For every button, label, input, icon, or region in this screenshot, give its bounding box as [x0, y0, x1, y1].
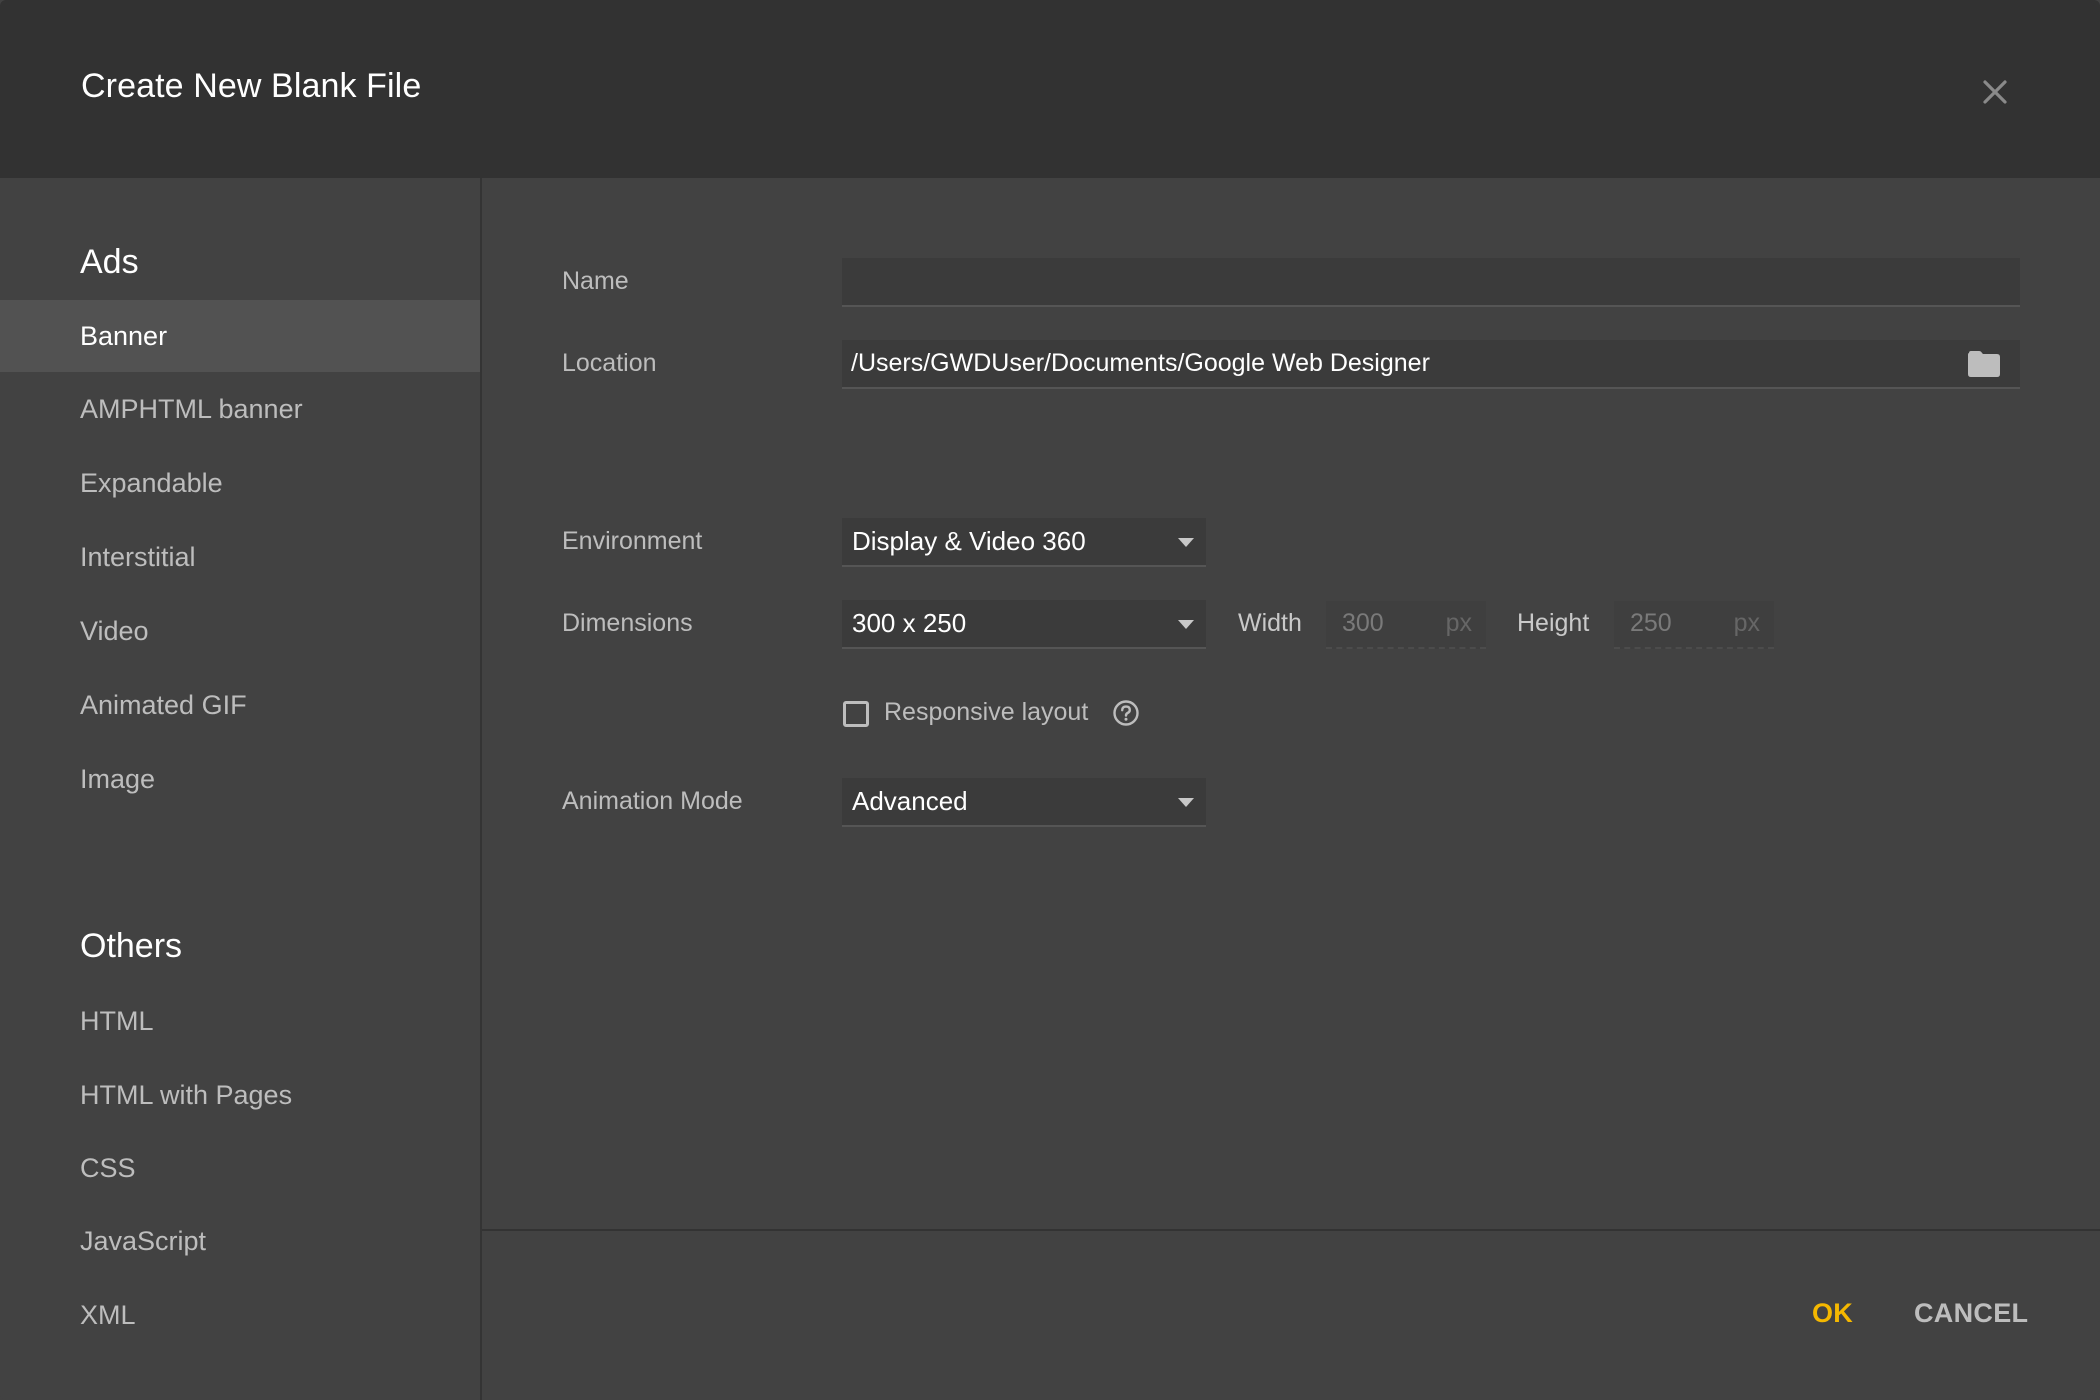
- create-new-file-dialog: Create New Blank File Ads Banner AMPHTML…: [0, 0, 2100, 1400]
- sidebar-item-label: AMPHTML banner: [80, 393, 303, 424]
- sidebar-item-javascript[interactable]: JavaScript: [0, 1205, 480, 1277]
- responsive-layout-checkbox[interactable]: [843, 701, 869, 727]
- help-icon: [1113, 700, 1139, 726]
- animation-mode-value: Advanced: [852, 786, 968, 816]
- sidebar-item-label: JavaScript: [80, 1225, 207, 1256]
- dimensions-select[interactable]: 300 x 250: [842, 600, 1206, 649]
- sidebar: Ads Banner AMPHTML banner Expandable Int…: [0, 178, 482, 1400]
- dropdown-arrow-icon: [1178, 538, 1194, 547]
- sidebar-item-label: HTML with Pages: [80, 1079, 293, 1110]
- browse-folder-button[interactable]: [1966, 349, 2002, 379]
- location-value: /Users/GWDUser/Documents/Google Web Desi…: [851, 349, 1430, 377]
- width-value: 300: [1342, 609, 1384, 637]
- sidebar-item-amphtml-banner[interactable]: AMPHTML banner: [0, 373, 480, 445]
- location-label: Location: [562, 349, 657, 377]
- ok-button[interactable]: OK: [1812, 1297, 1853, 1329]
- name-input[interactable]: [842, 258, 2020, 307]
- help-button[interactable]: [1112, 699, 1140, 727]
- sidebar-item-label: CSS: [80, 1152, 136, 1183]
- animation-mode-label: Animation Mode: [562, 787, 743, 815]
- dialog-title: Create New Blank File: [81, 67, 422, 105]
- footer-divider: [482, 1229, 2100, 1231]
- sidebar-item-xml[interactable]: XML: [0, 1279, 480, 1351]
- dropdown-arrow-icon: [1178, 620, 1194, 629]
- dimensions-value: 300 x 250: [852, 608, 967, 638]
- name-label: Name: [562, 267, 629, 295]
- sidebar-item-label: Expandable: [80, 467, 223, 498]
- close-button[interactable]: [1977, 74, 2013, 110]
- sidebar-item-label: Banner: [80, 320, 168, 351]
- width-input[interactable]: 300 px: [1326, 601, 1486, 649]
- sidebar-item-expandable[interactable]: Expandable: [0, 447, 480, 519]
- height-value: 250: [1630, 609, 1672, 637]
- location-input[interactable]: /Users/GWDUser/Documents/Google Web Desi…: [842, 340, 2020, 389]
- dropdown-arrow-icon: [1178, 798, 1194, 807]
- sidebar-item-label: Image: [80, 763, 156, 794]
- sidebar-item-image[interactable]: Image: [0, 743, 480, 815]
- section-title-ads: Ads: [80, 243, 139, 281]
- height-label: Height: [1517, 609, 1590, 637]
- close-icon: [1983, 80, 2007, 104]
- animation-mode-select[interactable]: Advanced: [842, 778, 1206, 827]
- sidebar-item-label: Interstitial: [80, 541, 196, 572]
- sidebar-item-video[interactable]: Video: [0, 595, 480, 667]
- height-input[interactable]: 250 px: [1614, 601, 1774, 649]
- environment-value: Display & Video 360: [852, 526, 1086, 556]
- sidebar-item-interstitial[interactable]: Interstitial: [0, 521, 480, 593]
- responsive-layout-label[interactable]: Responsive layout: [884, 697, 1088, 727]
- sidebar-item-html[interactable]: HTML: [0, 985, 480, 1057]
- sidebar-item-label: Animated GIF: [80, 689, 247, 720]
- dimensions-label: Dimensions: [562, 609, 693, 637]
- sidebar-item-label: XML: [80, 1299, 136, 1330]
- sidebar-item-css[interactable]: CSS: [0, 1132, 480, 1204]
- sidebar-item-label: Video: [80, 615, 149, 646]
- height-unit: px: [1733, 609, 1760, 637]
- sidebar-item-label: HTML: [80, 1005, 154, 1036]
- sidebar-item-html-with-pages[interactable]: HTML with Pages: [0, 1059, 480, 1131]
- width-unit: px: [1445, 609, 1472, 637]
- environment-label: Environment: [562, 527, 703, 555]
- width-label: Width: [1238, 609, 1302, 637]
- environment-select[interactable]: Display & Video 360: [842, 518, 1206, 567]
- dialog-header: Create New Blank File: [0, 0, 2100, 178]
- folder-icon: [1968, 351, 2000, 377]
- section-title-others: Others: [80, 927, 183, 965]
- sidebar-item-animated-gif[interactable]: Animated GIF: [0, 669, 480, 741]
- cancel-button[interactable]: CANCEL: [1914, 1297, 2028, 1329]
- sidebar-item-banner[interactable]: Banner: [0, 300, 480, 372]
